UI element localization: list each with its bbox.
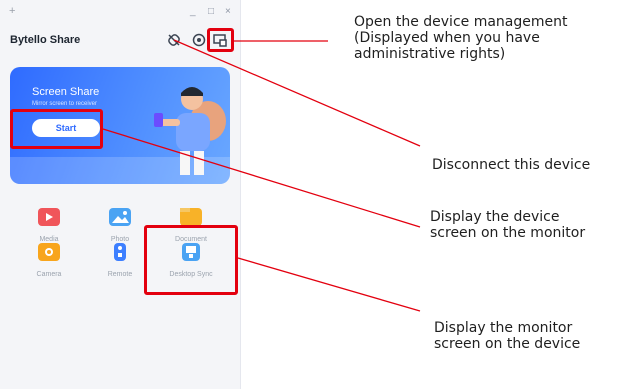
device-management-note: Open the device management (Displayed wh… [354,14,568,62]
disconnect-note: Disconnect this device [432,157,591,173]
display-on-monitor-note: Display the device screen on the monitor [430,209,586,241]
display-on-device-note: Display the monitor screen on the device [434,320,581,352]
